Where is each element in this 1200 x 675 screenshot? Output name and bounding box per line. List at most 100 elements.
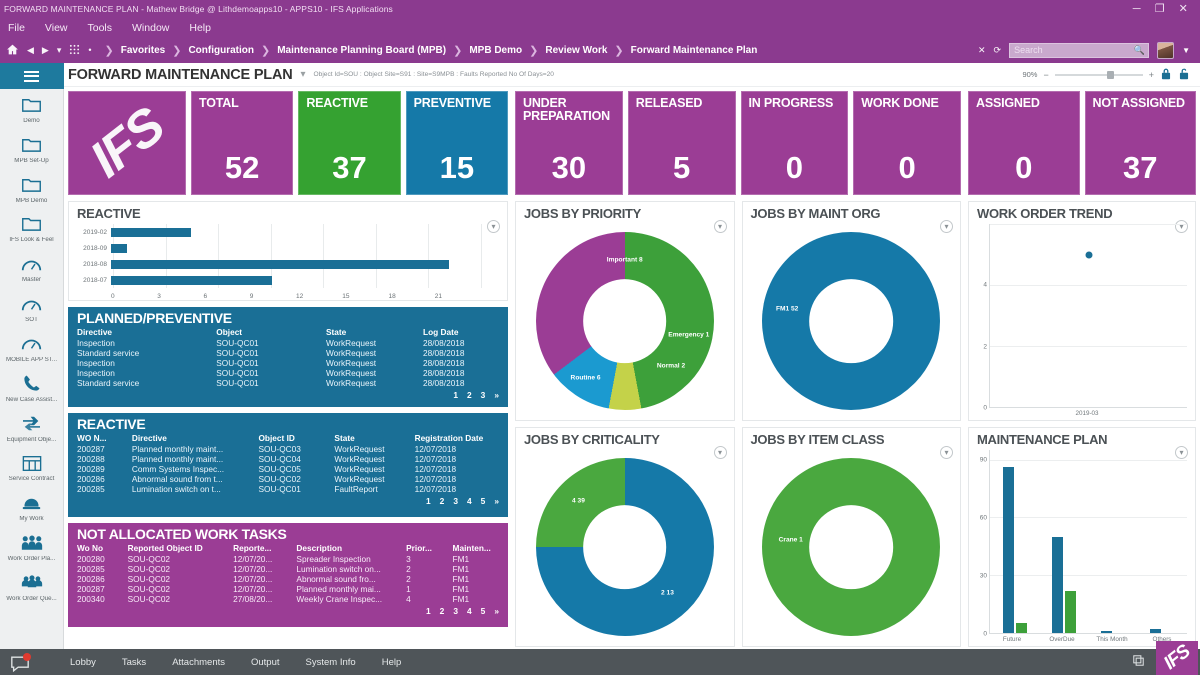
sidebar-item-service-contract[interactable]: Service Contract [0, 447, 64, 487]
statusbar-item-attachments[interactable]: Attachments [172, 657, 225, 668]
back-icon[interactable]: ◀ [27, 45, 34, 55]
page-link[interactable]: 2 [440, 606, 445, 616]
menu-item-view[interactable]: View [45, 22, 68, 34]
maximize-button[interactable]: ❐ [1155, 3, 1165, 15]
sidebar-item-work-order-pla[interactable]: Work Order Pla... [0, 527, 64, 567]
page-link[interactable]: 4 [467, 606, 472, 616]
sidebar-item-my-work[interactable]: My Work [0, 487, 64, 527]
kpi-tile-released[interactable]: RELEASED 5 [627, 91, 736, 195]
maintenance-plan-chart[interactable]: 0 30 60 90 [969, 448, 1195, 638]
statusbar-item-help[interactable]: Help [382, 657, 402, 668]
breadcrumb-item-mpb-demo[interactable]: MPB Demo [467, 45, 524, 56]
breadcrumb-item-configuration[interactable]: Configuration [186, 45, 256, 56]
search-icon[interactable]: 🔍 [1134, 45, 1145, 56]
page-next-link[interactable]: » [494, 496, 499, 506]
page-link[interactable]: 1 [426, 496, 431, 506]
sidebar-item-mpb-demo[interactable]: MPB Demo [0, 169, 64, 209]
menu-item-tools[interactable]: Tools [88, 22, 113, 34]
page-link[interactable]: 3 [453, 606, 458, 616]
kpi-tile-assigned[interactable]: ASSIGNED 0 [968, 91, 1080, 195]
breadcrumb-item-maintenance-planning-board[interactable]: Maintenance Planning Board (MPB) [275, 45, 448, 56]
zoom-slider-handle[interactable] [1106, 70, 1114, 79]
minimize-button[interactable]: ─ [1133, 3, 1141, 15]
table-row[interactable]: 200285 SOU-QC02 12/07/20... Lumination s… [77, 564, 499, 574]
sidebar-item-equipment-obje[interactable]: Equipment Obje... [0, 408, 64, 448]
page-link[interactable]: 4 [467, 496, 472, 506]
page-link[interactable]: 2 [467, 390, 472, 400]
sidebar-item-work-order-que[interactable]: Work Order Que... [0, 567, 64, 607]
chevron-down-icon[interactable]: ▼ [1182, 46, 1190, 55]
page-next-link[interactable]: » [494, 390, 499, 400]
table-row[interactable]: Inspection SOU-QC01 WorkRequest 28/08/20… [77, 358, 499, 368]
close-button[interactable]: ✕ [1179, 3, 1188, 15]
grid-icon[interactable] [69, 44, 80, 57]
page-link[interactable]: 3 [453, 496, 458, 506]
refresh-icon[interactable]: ⟳ [994, 45, 1002, 55]
pin-icon[interactable]: • [88, 45, 91, 55]
table-row[interactable]: 200287 SOU-QC02 12/07/20... Planned mont… [77, 584, 499, 594]
table-row[interactable]: 200285 Lumination switch on t... SOU-QC0… [77, 484, 499, 494]
breadcrumb-item-review-work[interactable]: Review Work [543, 45, 609, 56]
bar-planned[interactable] [1051, 536, 1063, 633]
page-link[interactable]: 5 [481, 496, 486, 506]
table-row[interactable]: Standard service SOU-QC01 WorkRequest 28… [77, 348, 499, 358]
menu-item-file[interactable]: File [8, 22, 25, 34]
kpi-tile-reactive[interactable]: REACTIVE 37 [298, 91, 401, 195]
search-input[interactable] [1014, 45, 1145, 55]
search-box[interactable]: 🔍 [1009, 42, 1150, 58]
sidebar-item-sot[interactable]: SOT [0, 288, 64, 328]
jobs-by-item-class-donut[interactable]: Crane 1 [743, 448, 961, 646]
chevron-down-icon[interactable]: ▾ [301, 69, 306, 80]
menu-item-help[interactable]: Help [189, 22, 211, 34]
table-row[interactable]: 200340 SOU-QC02 27/08/20... Weekly Crane… [77, 594, 499, 604]
kpi-tile-under-preparation[interactable]: UNDER PREPARATION 30 [515, 91, 623, 195]
zoom-out-button[interactable]: − [1043, 70, 1048, 80]
scatter-point[interactable] [1085, 251, 1092, 259]
sidebar-item-demo[interactable]: Demo [0, 89, 64, 129]
sidebar-toggle-button[interactable] [0, 63, 64, 89]
zoom-slider[interactable] [1054, 70, 1143, 79]
bar-planned[interactable] [1002, 467, 1014, 633]
copy-icon[interactable] [1133, 655, 1144, 669]
bar-planned[interactable] [1150, 629, 1162, 633]
page-link[interactable]: 3 [481, 390, 486, 400]
sidebar-item-new-case-assist[interactable]: New Case Assist... [0, 368, 64, 408]
kpi-tile-preventive[interactable]: PREVENTIVE 15 [405, 91, 508, 195]
kpi-tile-work-done[interactable]: WORK DONE 0 [853, 91, 961, 195]
history-dropdown-icon[interactable]: ▾ [57, 45, 62, 55]
jobs-by-priority-donut[interactable]: Important 8 Emergency 1 Normal 2 Routine… [516, 222, 734, 420]
table-row[interactable]: 200289 Comm Systems Inspec... SOU-QC05 W… [77, 464, 499, 474]
breadcrumb-item-favorites[interactable]: Favorites [119, 45, 167, 56]
forward-icon[interactable]: ▶ [42, 45, 49, 55]
page-link[interactable]: 1 [453, 390, 458, 400]
bar-actual[interactable] [1015, 623, 1027, 633]
table-row[interactable]: 200287 Planned monthly maint... SOU-QC03… [77, 444, 499, 454]
menu-item-window[interactable]: Window [132, 22, 169, 34]
kpi-tile-total[interactable]: TOTAL 52 [191, 91, 294, 195]
statusbar-item-lobby[interactable]: Lobby [70, 657, 96, 668]
close-icon[interactable]: ✕ [978, 45, 986, 55]
kpi-tile-in-progress[interactable]: IN PROGRESS 0 [740, 91, 849, 195]
table-row[interactable]: 200286 Abnormal sound from t... SOU-QC02… [77, 474, 499, 484]
home-icon[interactable] [6, 43, 19, 58]
bar-planned[interactable] [1101, 631, 1113, 633]
unlock-icon[interactable] [1178, 67, 1190, 83]
statusbar-item-tasks[interactable]: Tasks [122, 657, 146, 668]
sidebar-item-mpb-set-up[interactable]: MPB Set-Up [0, 129, 64, 169]
statusbar-item-output[interactable]: Output [251, 657, 280, 668]
avatar[interactable] [1157, 41, 1175, 59]
table-row[interactable]: 200286 SOU-QC02 12/07/20... Abnormal sou… [77, 574, 499, 584]
statusbar-item-system-info[interactable]: System Info [306, 657, 356, 668]
table-row[interactable]: Inspection SOU-QC01 WorkRequest 28/08/20… [77, 338, 499, 348]
notifications-button[interactable] [8, 652, 32, 674]
table-row[interactable]: Standard service SOU-QC01 WorkRequest 28… [77, 378, 499, 388]
jobs-by-maint-org-donut[interactable]: FM1 52 [743, 222, 961, 420]
page-link[interactable]: 1 [426, 606, 431, 616]
table-row[interactable]: 200288 Planned monthly maint... SOU-QC04… [77, 454, 499, 464]
lock-icon[interactable] [1160, 67, 1172, 83]
page-link[interactable]: 5 [481, 606, 486, 616]
page-next-link[interactable]: » [494, 606, 499, 616]
sidebar-item-master[interactable]: Master [0, 248, 64, 288]
kpi-tile-not-assigned[interactable]: NOT ASSIGNED 37 [1084, 91, 1196, 195]
sidebar-item-mobile-app-st[interactable]: MOBILE APP ST... [0, 328, 64, 368]
